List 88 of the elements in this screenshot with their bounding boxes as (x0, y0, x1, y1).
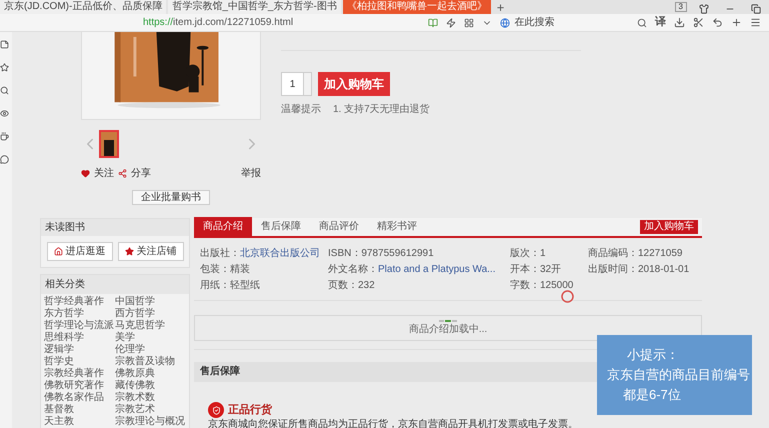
spec-item: 页数：232 (328, 280, 376, 292)
category-link[interactable]: 基督教 (44, 404, 115, 416)
category-link[interactable]: 佛教名家作品 (44, 392, 115, 404)
shop-button[interactable]: 进店逛逛 (46, 242, 112, 261)
category-link[interactable]: 中国哲学 (115, 296, 186, 308)
browser-tab[interactable]: 哲学宗教馆_中国哲学_东方哲学-图书 (168, 0, 341, 14)
search-field[interactable]: 在此搜索 (500, 15, 647, 30)
cart-button[interactable]: 加入购物车 (640, 220, 698, 234)
book-icon[interactable] (428, 18, 438, 28)
detail-tab[interactable]: 精彩书评 (368, 217, 426, 236)
browser-tab[interactable]: 《柏拉图和鸭嘴兽一起去酒吧》 (342, 0, 491, 14)
shield-icon (208, 402, 224, 418)
url-field[interactable]: https://item.jd.com/12271059.html (143, 15, 420, 30)
spec-item: 版次：1 (510, 248, 547, 260)
category-link[interactable]: 东方哲学 (44, 308, 115, 320)
browser-tab[interactable]: 京东(JD.COM)-正品低价、品质保障 (0, 0, 166, 14)
badge-title: 正品行货 (228, 402, 272, 418)
shop-button[interactable]: 关注店铺 (118, 242, 184, 261)
chat-icon[interactable] (0, 155, 9, 164)
add-to-cart-button[interactable]: 加入购物车 (318, 72, 390, 96)
spec-item: 出版时间：2018-01-01 (588, 264, 690, 276)
category-link[interactable]: 佛教研究著作 (44, 380, 115, 392)
bulk-buy-button[interactable]: 企业批量购书 (132, 190, 210, 205)
hint-label: 温馨提示 (281, 102, 321, 117)
translate-button[interactable]: 译 (655, 14, 666, 31)
eye-icon[interactable] (0, 109, 9, 118)
menu-icon[interactable] (750, 17, 761, 28)
quantity-field[interactable]: 1 (281, 72, 312, 96)
category-link[interactable]: 佛教原典 (115, 368, 186, 380)
detail-tab[interactable]: 商品介绍 (194, 217, 252, 236)
category-link[interactable]: 宗教术数 (115, 392, 186, 404)
thumbnail[interactable] (99, 130, 119, 158)
category-link[interactable]: 宗教普及读物 (115, 356, 186, 368)
tip-line: 都是6-7位 (622, 386, 682, 404)
house-icon (54, 247, 62, 256)
share-link[interactable]: 分享 (131, 166, 151, 181)
category-link[interactable]: 逻辑学 (44, 344, 115, 356)
panel-title: 未读图书 (41, 219, 189, 236)
cup-icon[interactable] (0, 132, 9, 141)
spec-item: 外文名称：Plato and a Platypus Wa... (328, 264, 496, 276)
category-link[interactable]: 马克思哲学 (115, 320, 186, 332)
category-link[interactable]: 天主教 (44, 416, 115, 428)
spec-item: 出版社：北京联合出版公司 (200, 248, 321, 260)
search-icon[interactable] (637, 18, 647, 28)
shirt-icon[interactable] (699, 4, 709, 14)
star-icon (124, 247, 134, 256)
category-link[interactable]: 宗教艺术 (115, 404, 186, 416)
category-link[interactable]: 伦理学 (115, 344, 186, 356)
detail-tab[interactable]: 售后保障 (252, 217, 310, 236)
cursor-icon (561, 290, 574, 303)
grid-icon[interactable] (464, 18, 474, 28)
globe-icon[interactable] (500, 18, 510, 28)
plus-icon[interactable] (731, 17, 742, 28)
category-link[interactable]: 思维科学 (44, 332, 115, 344)
note-icon[interactable] (0, 40, 9, 49)
window-count[interactable]: 3 (674, 2, 687, 12)
spec-item: ISBN：9787559612991 (328, 248, 435, 260)
spec-item: 字数：125000 (510, 280, 574, 292)
undo-icon[interactable] (712, 17, 723, 28)
category-link[interactable]: 美学 (115, 332, 186, 344)
category-link[interactable]: 宗教经典著作 (44, 368, 115, 380)
follow-link[interactable]: 关注 (94, 166, 114, 181)
category-link[interactable]: 宗教理论与概况 (115, 416, 186, 428)
search-icon[interactable] (0, 86, 9, 95)
guarantee-text: 京东商城向您保证所售商品均为正品行货，京东自营商品开具机打发票或电子发票。 (207, 418, 579, 428)
tip-line: 小提示： (626, 346, 680, 364)
restore-icon[interactable] (751, 4, 761, 14)
category-link[interactable]: 哲学史 (44, 356, 115, 368)
share-icon (118, 169, 127, 178)
spec-item: 开本：32开 (510, 264, 562, 276)
heart-icon (81, 169, 90, 178)
category-link[interactable]: 哲学理论与流派 (44, 320, 115, 332)
new-tab-button[interactable]: + (496, 0, 504, 14)
spec-item: 商品编码：12271059 (588, 248, 684, 260)
lightning-icon[interactable] (446, 18, 456, 28)
scissors-icon[interactable] (693, 17, 704, 28)
download-icon[interactable] (674, 17, 685, 28)
category-link[interactable]: 哲学经典著作 (44, 296, 115, 308)
panel-title: 相关分类 (41, 275, 189, 294)
star-icon[interactable] (0, 63, 9, 72)
report-link[interactable]: 举报 (241, 166, 261, 181)
category-link[interactable]: 藏传佛教 (115, 380, 186, 392)
spec-item: 包装：精装 (200, 264, 251, 276)
loading-text: 商品介绍加载中... (408, 324, 488, 336)
spec-item: 用纸：轻型纸 (200, 280, 261, 292)
hint-text: 1. 支持7天无理由退货 (333, 102, 430, 117)
category-link[interactable]: 西方哲学 (115, 308, 186, 320)
detail-tab[interactable]: 商品评价 (310, 217, 368, 236)
